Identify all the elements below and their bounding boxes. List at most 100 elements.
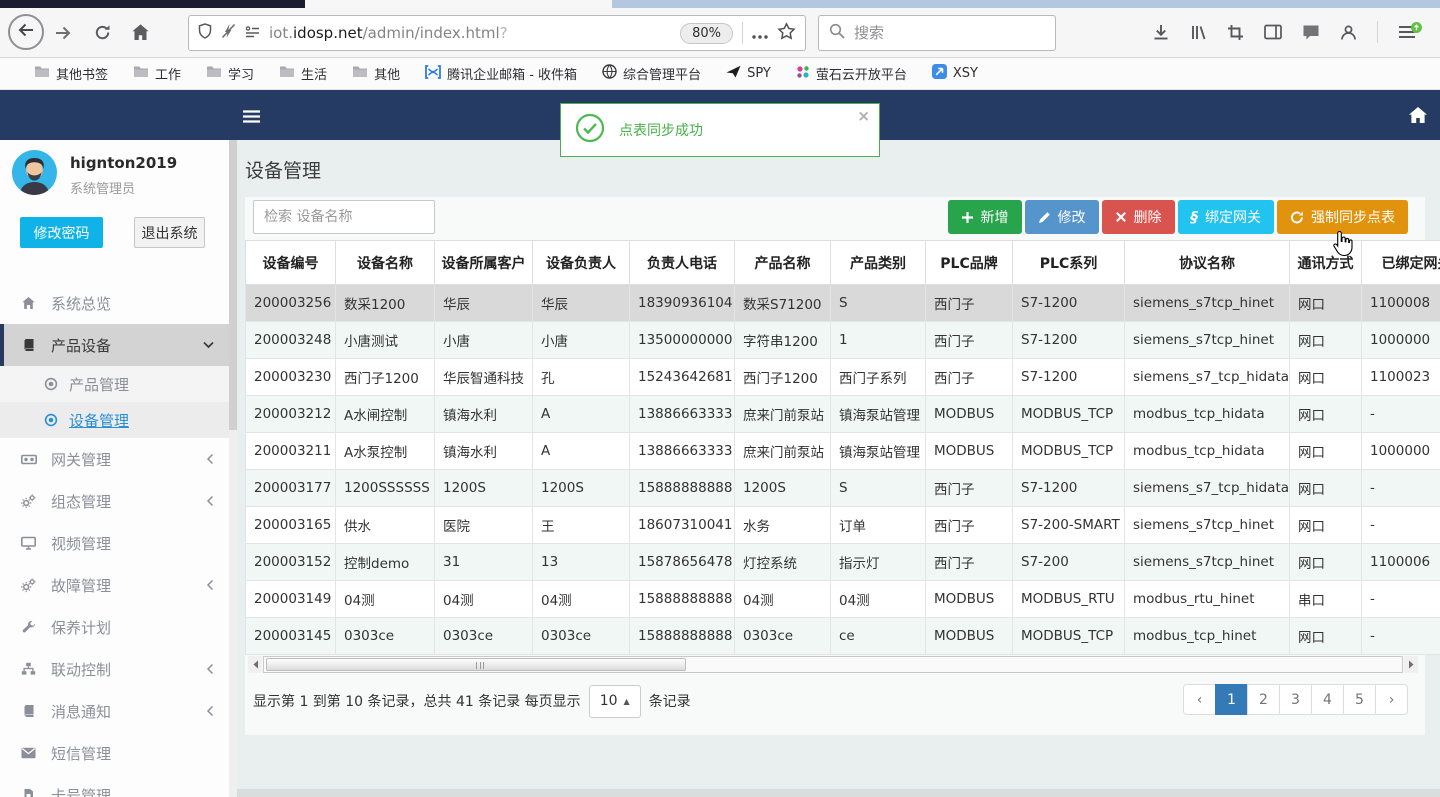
- bind-gateway-button[interactable]: § 绑定网关: [1177, 200, 1274, 234]
- horizontal-scrollbar[interactable]: [248, 656, 1418, 673]
- menu-button[interactable]: [1398, 22, 1422, 39]
- avatar[interactable]: [12, 150, 57, 195]
- table-row[interactable]: 200003165 供水 医院王 18607310041 水务 订单 西门子 S7-200-S…: [245, 506, 1440, 544]
- bookmark-item[interactable]: SPY: [726, 65, 771, 82]
- column-header[interactable]: PLC系列: [1012, 240, 1125, 285]
- page-prev-button[interactable]: ‹: [1183, 684, 1216, 715]
- bookmarks-bar: 其他书签 工作 学习 生活 其他 腾讯企业邮箱 - 收件箱 综合管理平台 SPY 萤石云开放平台…: [0, 58, 1440, 90]
- bookmark-item[interactable]: 其他: [352, 64, 400, 83]
- table-row[interactable]: 200003211 A水泵控制 镇海水利 A 13886663333 庶来门前泵站 镇海泵站…: [245, 432, 1440, 470]
- button-label: 新增: [980, 210, 1009, 226]
- scroll-right-icon[interactable]: [1404, 656, 1418, 673]
- browser-search-box[interactable]: [818, 15, 1056, 51]
- bookmark-item[interactable]: 萤石云开放平台: [796, 64, 907, 83]
- back-button[interactable]: [8, 14, 44, 50]
- scrollbar-track[interactable]: [263, 656, 1403, 673]
- library-icon[interactable]: [1190, 24, 1207, 41]
- page-number-button[interactable]: 2: [1247, 684, 1280, 715]
- page-next-button[interactable]: ›: [1375, 684, 1408, 715]
- menu-item[interactable]: 故障管理: [0, 564, 230, 606]
- edit-button[interactable]: 修改: [1024, 200, 1099, 234]
- page-number-button[interactable]: 1: [1215, 684, 1248, 715]
- table-row[interactable]: 200003230 西门子1200 华辰智通科技孔 15243642681 西门子120…: [245, 358, 1440, 396]
- menu-item[interactable]: 网关管理: [0, 438, 230, 480]
- column-header[interactable]: 产品类别: [830, 240, 926, 285]
- menu-item[interactable]: 产品设备: [0, 324, 230, 366]
- menu-item[interactable]: 卡号管理: [0, 774, 230, 797]
- sidebar-toggle-icon[interactable]: [1264, 24, 1282, 40]
- page-number-button[interactable]: 3: [1279, 684, 1312, 715]
- zoom-level-badge[interactable]: 80%: [680, 22, 733, 44]
- column-header[interactable]: 设备编号: [245, 240, 336, 285]
- scroll-left-icon[interactable]: [248, 656, 262, 673]
- table-cell: 1100006: [1361, 543, 1440, 581]
- column-header[interactable]: 协议名称: [1124, 240, 1290, 285]
- table-row[interactable]: 200003212 A水闸控制 镇海水利 A 13886663333 庶来门前泵站 镇海泵站…: [245, 395, 1440, 433]
- table-cell: S7-200: [1012, 543, 1125, 581]
- menu-item[interactable]: 系统总览: [0, 282, 230, 324]
- page-number-button[interactable]: 5: [1343, 684, 1376, 715]
- page-number-button[interactable]: 4: [1311, 684, 1344, 715]
- change-password-button[interactable]: 修改密码: [20, 217, 103, 248]
- table-cell: 订单: [830, 506, 926, 544]
- table-cell: 镇海水利: [434, 395, 533, 433]
- delete-button[interactable]: 删除: [1101, 200, 1175, 234]
- menu-item[interactable]: 组态管理: [0, 480, 230, 522]
- bookmark-item[interactable]: 学习: [206, 64, 254, 83]
- page-actions-icon[interactable]: [752, 24, 768, 43]
- home-icon: [20, 296, 37, 310]
- add-button[interactable]: 新增: [947, 200, 1022, 234]
- submenu-item[interactable]: 设备管理: [0, 402, 230, 438]
- column-header[interactable]: 负责人电话: [629, 240, 735, 285]
- permissions-icon[interactable]: [245, 24, 260, 43]
- browser-search-input[interactable]: [854, 24, 1045, 42]
- bookmark-item[interactable]: 工作: [133, 64, 181, 83]
- table-row[interactable]: 200003256 数采1200 华辰 华辰 18390936104 数采S71200 S 西…: [245, 284, 1440, 322]
- sidebar-collapse-icon[interactable]: [243, 108, 260, 127]
- tab-fragment[interactable]: [305, 0, 612, 8]
- pocket-icon[interactable]: [1302, 24, 1320, 41]
- bookmark-item[interactable]: 腾讯企业邮箱 - 收件箱: [425, 64, 577, 83]
- bookmark-item[interactable]: 综合管理平台: [602, 64, 701, 83]
- submenu-item[interactable]: 产品管理: [0, 366, 230, 402]
- shield-icon[interactable]: [198, 23, 212, 43]
- column-header[interactable]: 设备名称: [335, 240, 435, 285]
- logout-button[interactable]: 退出系统: [134, 217, 205, 248]
- column-header[interactable]: 设备所属客户: [434, 240, 533, 285]
- column-header[interactable]: 产品名称: [734, 240, 831, 285]
- device-search-input[interactable]: [253, 200, 435, 234]
- download-icon[interactable]: [1152, 24, 1170, 41]
- force-sync-button[interactable]: 强制同步点表: [1277, 200, 1408, 234]
- url-bar[interactable]: iot.idosp.net/admin/index.html? 80%: [188, 15, 806, 51]
- screenshot-icon[interactable]: [1227, 24, 1244, 41]
- navbar-home-icon[interactable]: [1408, 106, 1428, 128]
- menu-item[interactable]: 消息通知: [0, 690, 230, 732]
- home-button[interactable]: [131, 23, 150, 41]
- account-icon[interactable]: [1340, 24, 1357, 41]
- bookmark-item[interactable]: 生活: [279, 64, 327, 83]
- table-row[interactable]: 200003248 小唐测试 小唐 小唐 13500000000 字符串1200 1 西门子 S…: [245, 321, 1440, 359]
- bookmark-item[interactable]: XSY: [931, 64, 978, 83]
- menu-item[interactable]: 视频管理: [0, 522, 230, 564]
- table-row[interactable]: 200003177 1200SSSSSS 1200S 1200S 15888888888…: [245, 469, 1440, 507]
- folder-icon: [34, 65, 50, 82]
- flash-blocked-icon[interactable]: [221, 23, 236, 43]
- table-row[interactable]: 200003152 控制demo 31 13 15878656478 灯控系统 指示灯 西门子…: [245, 543, 1440, 581]
- active-tab-fragment[interactable]: [0, 0, 305, 8]
- bookmark-item[interactable]: 其他书签: [34, 64, 108, 83]
- reload-button[interactable]: [94, 24, 111, 41]
- sidebar-scrollbar-thumb[interactable]: [229, 140, 237, 430]
- table-row[interactable]: 200003145 0303ce 0303ce 0303ce 15888888888 03…: [245, 617, 1440, 655]
- menu-item[interactable]: 联动控制: [0, 648, 230, 690]
- page-size-select[interactable]: 10 ▲: [588, 684, 641, 718]
- column-header[interactable]: 设备负责人: [532, 240, 630, 285]
- menu-item[interactable]: 保养计划: [0, 606, 230, 648]
- column-header[interactable]: 已绑定网关: [1361, 240, 1440, 285]
- scrollbar-thumb[interactable]: [266, 658, 686, 671]
- bookmark-star-icon[interactable]: [777, 22, 796, 44]
- column-header[interactable]: PLC品牌: [925, 240, 1013, 285]
- toast-close-button[interactable]: ×: [857, 107, 870, 125]
- menu-item[interactable]: 短信管理: [0, 732, 230, 774]
- forward-button[interactable]: [54, 24, 72, 42]
- table-row[interactable]: 200003149 04测 04测 04测 15888888888 04测 04测 MODBU…: [245, 580, 1440, 618]
